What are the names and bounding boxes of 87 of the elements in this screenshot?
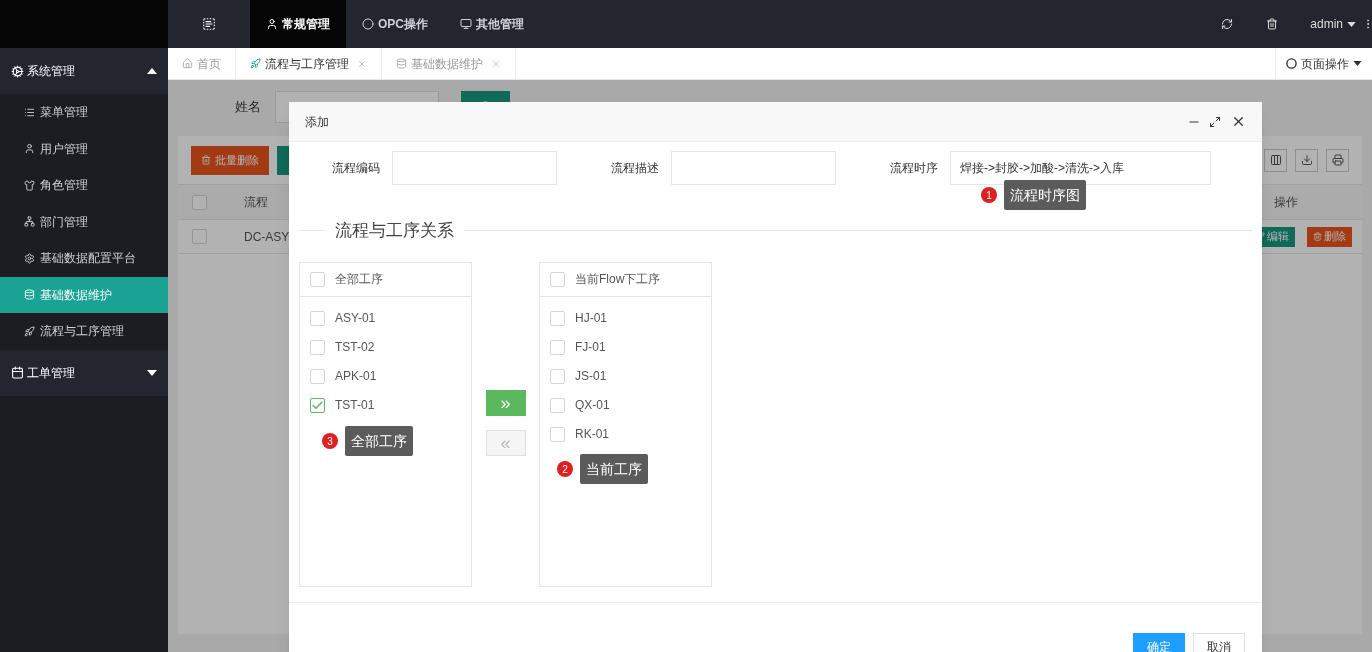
user-icon — [24, 143, 35, 155]
list-item[interactable]: JS-01 — [575, 367, 607, 385]
list-item[interactable]: ASY-01 — [335, 309, 376, 327]
menu-toggle-icon[interactable] — [202, 17, 216, 31]
gears-icon — [11, 64, 24, 78]
sidebar-group[interactable]: 工单管理 — [0, 349, 168, 396]
checkbox[interactable] — [191, 194, 207, 210]
checkbox[interactable] — [550, 426, 565, 442]
rocket-icon — [24, 325, 35, 337]
section-legend: 流程与工序关系 — [325, 218, 464, 244]
gear-icon — [24, 252, 35, 264]
field-label: 流程编码 — [332, 160, 380, 177]
checkbox[interactable] — [550, 339, 565, 355]
caret-icon — [1353, 61, 1362, 66]
user-menu[interactable]: admin — [1310, 15, 1356, 33]
trash-icon[interactable] — [1266, 18, 1279, 30]
home-icon — [182, 58, 193, 69]
list-item[interactable]: TST-02 — [335, 338, 375, 356]
dialog-title: 添加 — [305, 113, 330, 131]
sidebar-item[interactable]: 流程与工序管理 — [0, 313, 168, 350]
sidebar-group[interactable]: 系统管理 — [0, 48, 168, 94]
checkbox[interactable] — [550, 271, 565, 287]
list-item[interactable]: TST-01 — [335, 396, 375, 414]
sitemap-icon — [24, 216, 35, 228]
column-header: 流程 — [244, 194, 268, 211]
sidebar-item[interactable]: 菜单管理 — [0, 94, 168, 131]
target-icon — [1286, 58, 1297, 69]
top-nav-tab[interactable]: 常规管理 — [250, 0, 346, 48]
tooltip: 全部工序 — [345, 426, 413, 456]
number-badge: 1 — [981, 187, 997, 203]
checkbox[interactable] — [310, 271, 325, 287]
list-header: 当前Flow下工序 — [575, 271, 661, 288]
list-item[interactable]: HJ-01 — [575, 309, 607, 327]
sidebar-item[interactable]: 角色管理 — [0, 167, 168, 204]
sidebar-item[interactable]: 基础数据配置平台 — [0, 240, 168, 277]
checkbox[interactable] — [310, 368, 325, 384]
print-button[interactable] — [1326, 148, 1349, 172]
list-item[interactable]: FJ-01 — [575, 338, 606, 356]
page-actions-menu[interactable]: 页面操作 — [1275, 48, 1372, 79]
user-icon — [266, 18, 278, 30]
circle-icon — [362, 18, 374, 30]
calendar-icon — [11, 366, 24, 379]
columns-icon — [1269, 154, 1282, 166]
checkbox[interactable] — [550, 368, 565, 384]
dialog-button[interactable]: 取消 — [1193, 632, 1245, 652]
download-icon — [1300, 154, 1313, 166]
top-nav-tab[interactable]: 其他管理 — [444, 0, 540, 48]
printer-icon — [1331, 154, 1344, 166]
list-header: 全部工序 — [335, 271, 383, 288]
text-field[interactable] — [392, 151, 557, 185]
field-label: 流程描述 — [611, 160, 659, 177]
list-icon — [24, 106, 35, 118]
close-icon[interactable] — [1231, 114, 1246, 129]
caret-icon — [147, 369, 157, 376]
table-cell-text: DC-ASY — [244, 228, 290, 246]
export-button[interactable] — [1295, 148, 1318, 172]
rocket-icon — [250, 58, 261, 69]
column-header: 操作 — [1273, 194, 1299, 211]
checkbox[interactable] — [310, 397, 325, 413]
checkbox[interactable] — [310, 339, 325, 355]
database-icon — [24, 289, 35, 301]
maximize-icon[interactable] — [1209, 115, 1221, 128]
trash-icon — [1313, 232, 1322, 241]
field-label: 流程时序 — [890, 160, 938, 177]
tooltip: 当前工序 — [580, 454, 648, 484]
text-field[interactable] — [671, 151, 836, 185]
list-item[interactable]: RK-01 — [575, 425, 609, 443]
checkbox[interactable] — [310, 310, 325, 326]
database-icon — [396, 58, 407, 69]
trash-icon — [201, 155, 211, 165]
list-item[interactable]: QX-01 — [575, 396, 610, 414]
sidebar-item[interactable]: 用户管理 — [0, 130, 168, 167]
refresh-icon[interactable] — [1221, 18, 1234, 30]
columns-button[interactable] — [1264, 148, 1287, 172]
caret-icon — [1347, 21, 1356, 27]
checkbox[interactable] — [550, 310, 565, 326]
tooltip: 流程时序图 — [1004, 180, 1086, 210]
shirt-icon — [24, 179, 35, 191]
list-item[interactable]: APK-01 — [335, 367, 377, 385]
checkbox[interactable] — [191, 229, 207, 244]
monitor-icon — [460, 18, 472, 30]
checkbox[interactable] — [550, 397, 565, 413]
sidebar-item[interactable]: 部门管理 — [0, 203, 168, 240]
caret-icon — [147, 68, 157, 74]
page-tab[interactable]: 流程与工序管理 — [236, 48, 382, 79]
field-label: 姓名 — [235, 98, 261, 117]
top-nav-tab[interactable]: OPC操作 — [346, 0, 444, 48]
